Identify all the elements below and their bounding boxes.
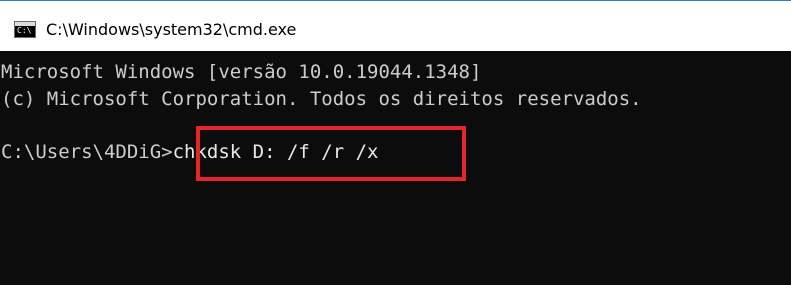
console-line-copyright: (c) Microsoft Corporation. Todos os dire… bbox=[1, 88, 642, 110]
cmd-window: C:\ C:\Windows\system32\cmd.exe Microsof… bbox=[0, 0, 791, 285]
cmd-icon[interactable]: C:\ bbox=[14, 21, 36, 38]
console-line-version: Microsoft Windows [versão 10.0.19044.134… bbox=[1, 61, 482, 83]
window-title: C:\Windows\system32\cmd.exe bbox=[46, 20, 297, 39]
console-prompt: C:\Users\4DDiG> bbox=[1, 141, 173, 163]
command-highlight-box bbox=[196, 126, 466, 181]
console-output[interactable]: Microsoft Windows [versão 10.0.19044.134… bbox=[0, 51, 791, 285]
title-bar[interactable]: C:\ C:\Windows\system32\cmd.exe bbox=[0, 1, 791, 51]
cmd-icon-prompt: C:\ bbox=[17, 26, 32, 35]
